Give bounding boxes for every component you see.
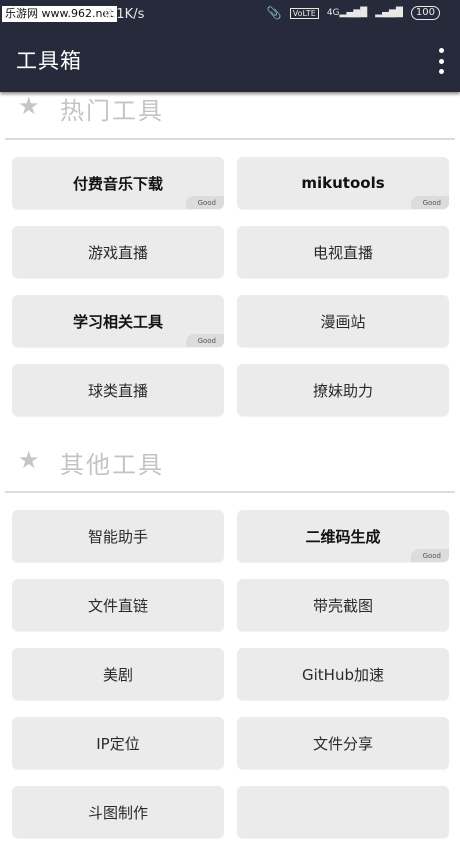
- network-speed: 0.1K/s: [104, 7, 145, 22]
- tool-grid-hot: 付费音乐下载 Good mikutools Good 游戏直播 电视直播学习相关工具 Goo…: [12, 157, 449, 416]
- tool-button[interactable]: 游戏直播: [12, 226, 224, 278]
- signal-icon: ▂▄▆█: [375, 8, 403, 18]
- divider-other: [5, 491, 455, 493]
- tool-button[interactable]: 美剧: [12, 648, 224, 700]
- tool-button[interactable]: 学习相关工具 Good: [12, 295, 224, 347]
- star-icon: ★: [18, 446, 40, 474]
- tool-button[interactable]: 付费音乐下载 Good: [12, 157, 224, 209]
- tool-label: 游戏直播: [87, 243, 148, 262]
- good-badge: Good: [185, 196, 224, 209]
- app-title-overlay: 工具箱: [16, 49, 82, 73]
- status-icons: 📎 VoLTE 4G▂▄▆█ ▂▄▆█ 100: [267, 6, 440, 20]
- tool-label: 漫画站: [320, 312, 366, 331]
- good-badge: Good: [185, 334, 224, 347]
- tool-button[interactable]: GitHub加速: [237, 648, 449, 700]
- battery-icon: 100: [410, 6, 440, 20]
- tool-label: 电视直播: [312, 243, 373, 262]
- tool-label: 付费音乐下载: [72, 174, 163, 193]
- tool-button[interactable]: 带壳截图: [237, 579, 449, 631]
- good-badge: Good: [410, 549, 449, 562]
- tool-label: 二维码生成: [305, 527, 381, 546]
- signal-4g-label: 4G: [326, 8, 340, 18]
- tool-label: IP定位: [96, 734, 140, 753]
- tool-label: 带壳截图: [312, 596, 373, 615]
- good-badge: Good: [410, 196, 449, 209]
- section-title-other: 其他工具: [60, 451, 164, 479]
- tool-button[interactable]: 斗图制作: [12, 786, 224, 838]
- section-title-hot: 热门工具: [60, 97, 164, 125]
- signal-4g-icon: 4G▂▄▆█: [326, 8, 368, 18]
- tool-label: 学习相关工具: [72, 312, 163, 331]
- tool-label: 智能助手: [87, 527, 148, 546]
- tool-label: 美剧: [102, 665, 133, 684]
- tool-button[interactable]: 文件直链: [12, 579, 224, 631]
- tool-button[interactable]: 撩妹助力: [237, 364, 449, 416]
- tool-button[interactable]: 二维码生成 Good: [237, 510, 449, 562]
- tool-button[interactable]: IP定位: [12, 717, 224, 769]
- status-bar: 乐游网 www.962.net 0.1K/s 📎 VoLTE 4G▂▄▆█ ▂▄…: [0, 0, 460, 30]
- tool-label: mikutools: [301, 174, 385, 192]
- tool-button[interactable]: 球类直播: [12, 364, 224, 416]
- tool-button[interactable]: [237, 786, 449, 838]
- tool-button[interactable]: 文件分享: [237, 717, 449, 769]
- tool-label: 文件直链: [87, 596, 148, 615]
- section-header-other: ★ 其他工具: [0, 436, 460, 486]
- tool-button[interactable]: 漫画站: [237, 295, 449, 347]
- tool-button[interactable]: 电视直播: [237, 226, 449, 278]
- tool-button[interactable]: mikutools Good: [237, 157, 449, 209]
- tool-label: GitHub加速: [302, 665, 384, 684]
- attachment-icon: 📎: [266, 6, 282, 20]
- volte-icon: VoLTE: [289, 7, 319, 19]
- tool-button[interactable]: 智能助手: [12, 510, 224, 562]
- tool-label: 斗图制作: [87, 803, 148, 822]
- tool-grid-other: 智能助手 二维码生成 Good 文件直链 带壳截图美剧 GitHub加速 IP定位 文件分享斗…: [12, 510, 449, 838]
- star-icon: ★: [18, 92, 40, 120]
- divider-hot: [5, 138, 455, 140]
- app-bar-overlay: 工具箱: [0, 30, 460, 92]
- watermark: 乐游网 www.962.net: [2, 6, 117, 22]
- tool-label: 文件分享: [312, 734, 373, 753]
- more-vert-icon[interactable]: [436, 48, 446, 74]
- tool-label: 撩妹助力: [312, 381, 373, 400]
- tool-label: 球类直播: [87, 381, 148, 400]
